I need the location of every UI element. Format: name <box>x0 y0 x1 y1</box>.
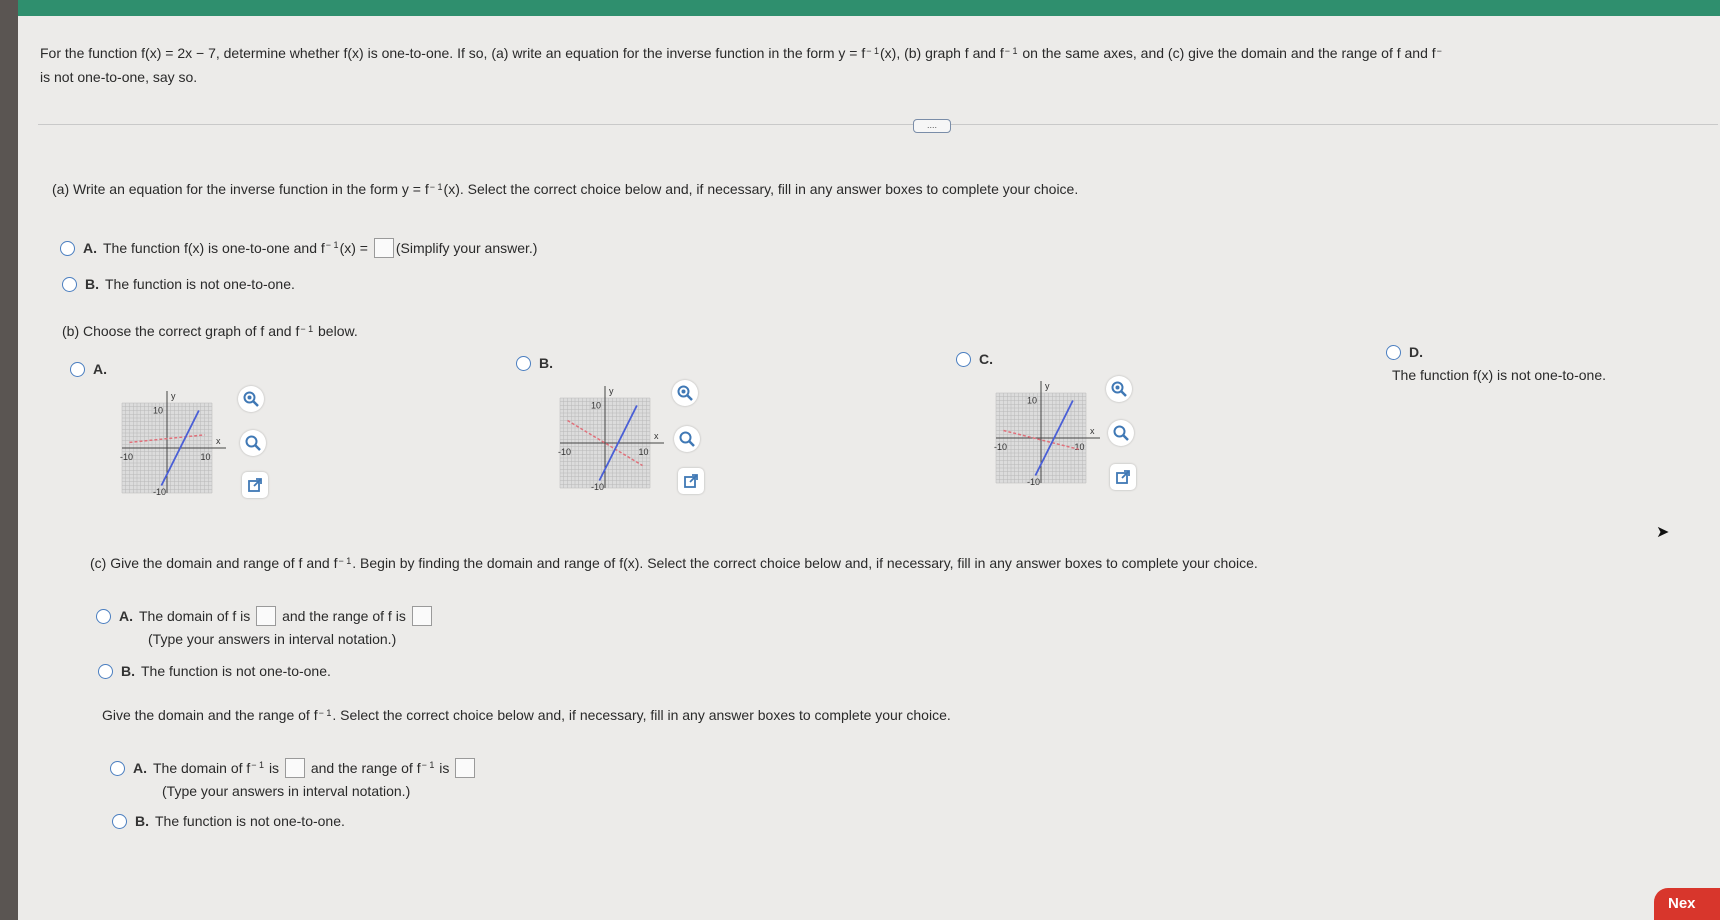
divider <box>38 124 1718 125</box>
graph-a-svg: y x 10 -10 10 -10 <box>120 391 226 497</box>
answer-box[interactable] <box>455 758 476 778</box>
radio-button[interactable] <box>112 814 127 829</box>
radio-button[interactable] <box>110 761 125 776</box>
tick-label-right: 10 <box>639 447 649 457</box>
part-c-2-option-a[interactable]: A. The domain of f− 1 is and the range of… <box>110 758 477 778</box>
graph-a: y x 10 -10 10 -10 <box>100 385 240 505</box>
tick-label-top: 10 <box>153 406 163 416</box>
answer-box[interactable] <box>411 606 432 626</box>
x-axis-label: x <box>216 436 221 446</box>
graph-b: y x 10 -10 10 -10 <box>538 380 678 500</box>
radio-button[interactable] <box>516 356 531 371</box>
x-axis-label: x <box>654 431 659 441</box>
tick-label-bottom: -10 <box>591 482 604 492</box>
graph-option-c[interactable]: C. <box>956 350 999 369</box>
tick-label-bottom: -10 <box>1027 477 1040 487</box>
zoom-out-icon[interactable] <box>240 430 266 456</box>
graph-option-d[interactable]: D. <box>1386 343 1429 362</box>
graph-c: y x 10 -10 10 -10 <box>974 375 1114 495</box>
radio-button[interactable] <box>62 277 77 292</box>
radio-button[interactable] <box>60 241 75 256</box>
zoom-in-icon[interactable] <box>238 386 264 412</box>
question-line-2: is not one-to-one, say so. <box>40 69 198 85</box>
zoom-in-icon[interactable] <box>672 380 698 406</box>
radio-button[interactable] <box>1386 345 1401 360</box>
question-line-1: For the function f(x) = 2x − 7, determin… <box>40 45 1442 61</box>
tick-label-bottom: -10 <box>153 487 166 497</box>
graph-option-a[interactable]: A. <box>70 360 113 379</box>
graph-option-b[interactable]: B. <box>516 354 559 373</box>
tick-label-top: 10 <box>1027 396 1037 406</box>
answer-box[interactable] <box>373 238 394 258</box>
part-c-prompt-2: Give the domain and the range of f− 1. S… <box>102 707 951 723</box>
y-axis-label: y <box>171 391 176 401</box>
screen: For the function f(x) = 2x − 7, determin… <box>18 0 1720 920</box>
part-a-prompt: (a) Write an equation for the inverse fu… <box>52 181 1079 197</box>
popout-icon[interactable] <box>1110 464 1136 490</box>
part-a-option-b[interactable]: B. The function is not one-to-one. <box>62 275 295 294</box>
radio-button[interactable] <box>96 609 111 624</box>
expand-button[interactable]: .... <box>913 119 951 133</box>
graph-b-svg: y x 10 -10 10 -10 <box>558 386 664 492</box>
answer-box[interactable] <box>284 758 305 778</box>
part-c-option-a[interactable]: A. The domain of f is and the range of f … <box>96 606 434 626</box>
popout-icon[interactable] <box>242 472 268 498</box>
top-bar <box>18 0 1720 16</box>
tick-label-top: 10 <box>591 401 601 411</box>
zoom-in-icon[interactable] <box>1106 376 1132 402</box>
part-b-prompt: (b) Choose the correct graph of f and f−… <box>62 323 358 339</box>
y-axis-label: y <box>1045 381 1050 391</box>
x-axis-label: x <box>1090 426 1095 436</box>
graph-option-d-text: The function f(x) is not one-to-one. <box>1392 367 1606 383</box>
part-c-prompt: (c) Give the domain and range of f and f… <box>90 555 1258 571</box>
radio-button[interactable] <box>956 352 971 367</box>
part-a-option-a[interactable]: A. The function f(x) is one-to-one and f−… <box>60 238 537 258</box>
mouse-cursor-icon: ➤ <box>1656 524 1670 541</box>
radio-button[interactable] <box>98 664 113 679</box>
part-c-option-b[interactable]: B. The function is not one-to-one. <box>98 662 331 681</box>
part-c-2-option-a-hint: (Type your answers in interval notation.… <box>162 783 411 799</box>
zoom-out-icon[interactable] <box>674 426 700 452</box>
tick-label-right: 10 <box>201 452 211 462</box>
radio-button[interactable] <box>70 362 85 377</box>
answer-box[interactable] <box>256 606 277 626</box>
tick-label-left: -10 <box>994 442 1007 452</box>
y-axis-label: y <box>609 386 614 396</box>
popout-icon[interactable] <box>678 468 704 494</box>
part-c-2-option-b[interactable]: B. The function is not one-to-one. <box>112 812 345 831</box>
tick-label-left: -10 <box>558 447 571 457</box>
tick-label-left: -10 <box>120 452 133 462</box>
graph-c-svg: y x 10 -10 10 -10 <box>994 381 1100 487</box>
zoom-out-icon[interactable] <box>1108 420 1134 446</box>
tick-label-right: 10 <box>1075 442 1085 452</box>
next-button[interactable]: Nex <box>1654 888 1720 920</box>
part-c-option-a-hint: (Type your answers in interval notation.… <box>148 631 397 647</box>
